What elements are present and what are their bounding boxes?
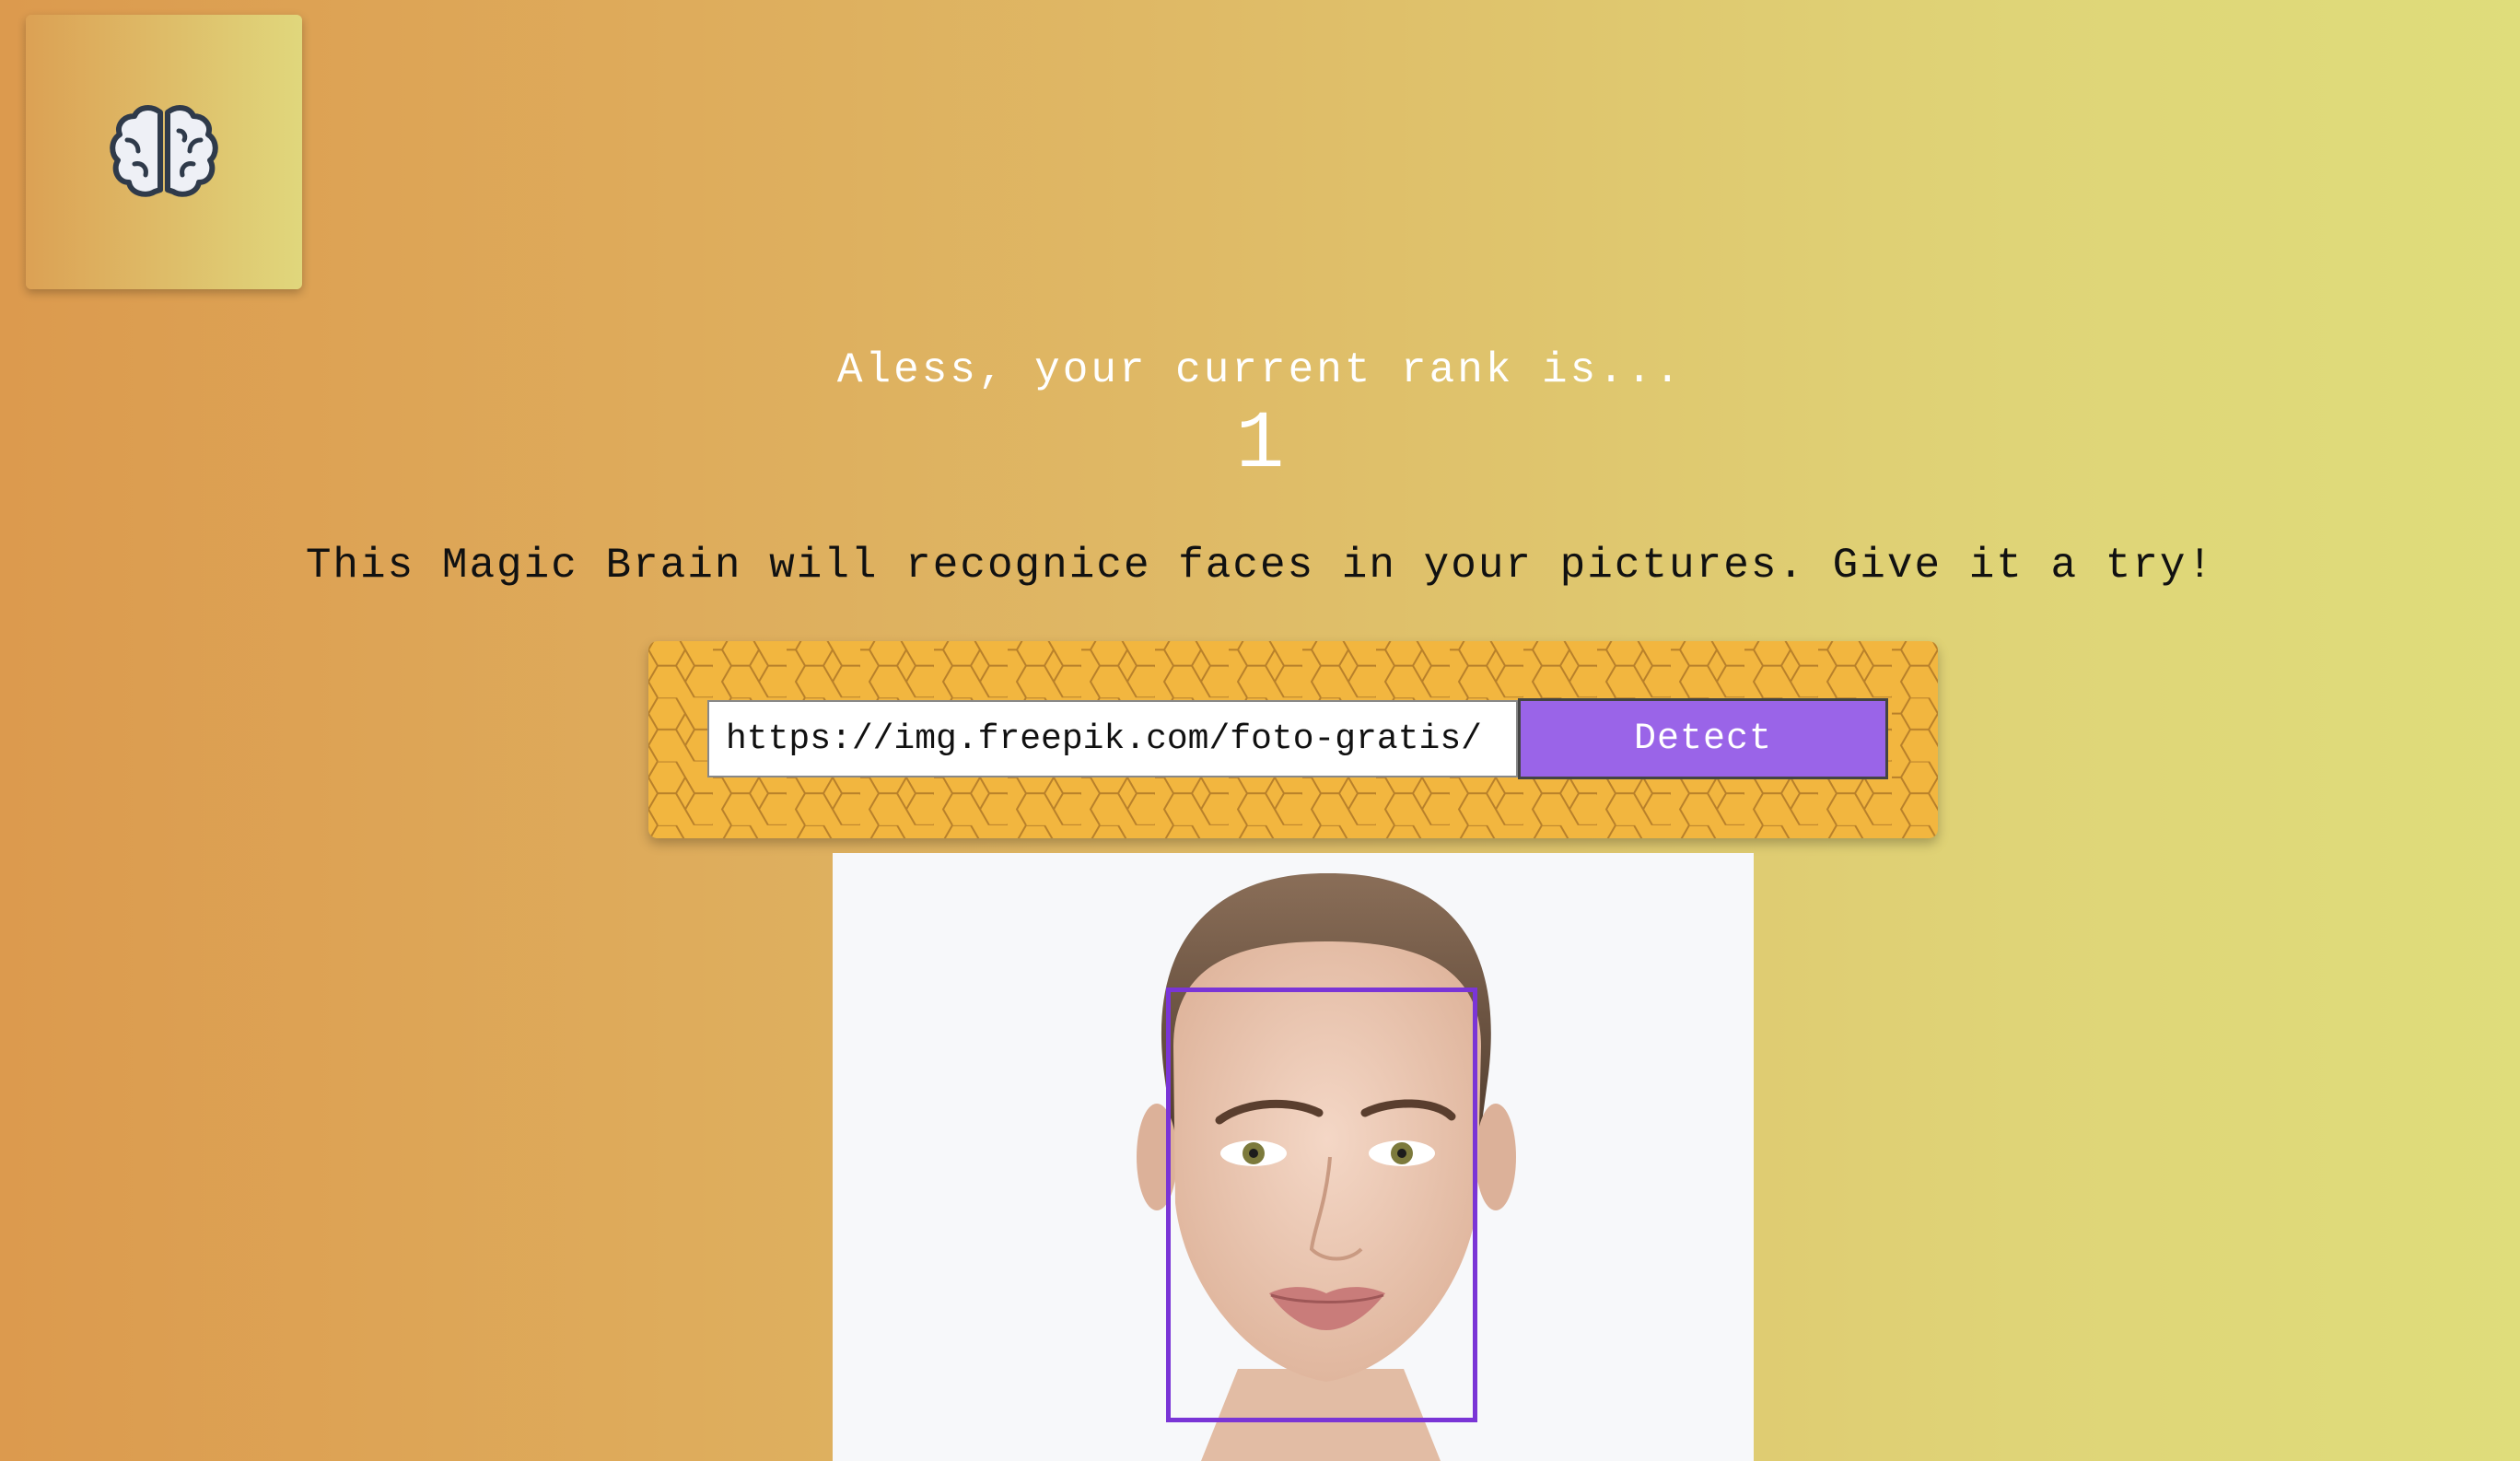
intro-text: This Magic Brain will recognice faces in… [305, 542, 2215, 590]
rank-value: 1 [1235, 400, 1285, 491]
image-link-form: Detect [648, 641, 1938, 838]
face-photo [833, 853, 1754, 1461]
logo-card[interactable] [26, 15, 302, 289]
detect-button[interactable]: Detect [1518, 698, 1888, 779]
image-url-input[interactable] [707, 700, 1518, 777]
rank-label: Aless, your current rank is... [836, 346, 1684, 394]
face-bounding-box [1166, 988, 1477, 1422]
brain-icon [110, 105, 218, 197]
